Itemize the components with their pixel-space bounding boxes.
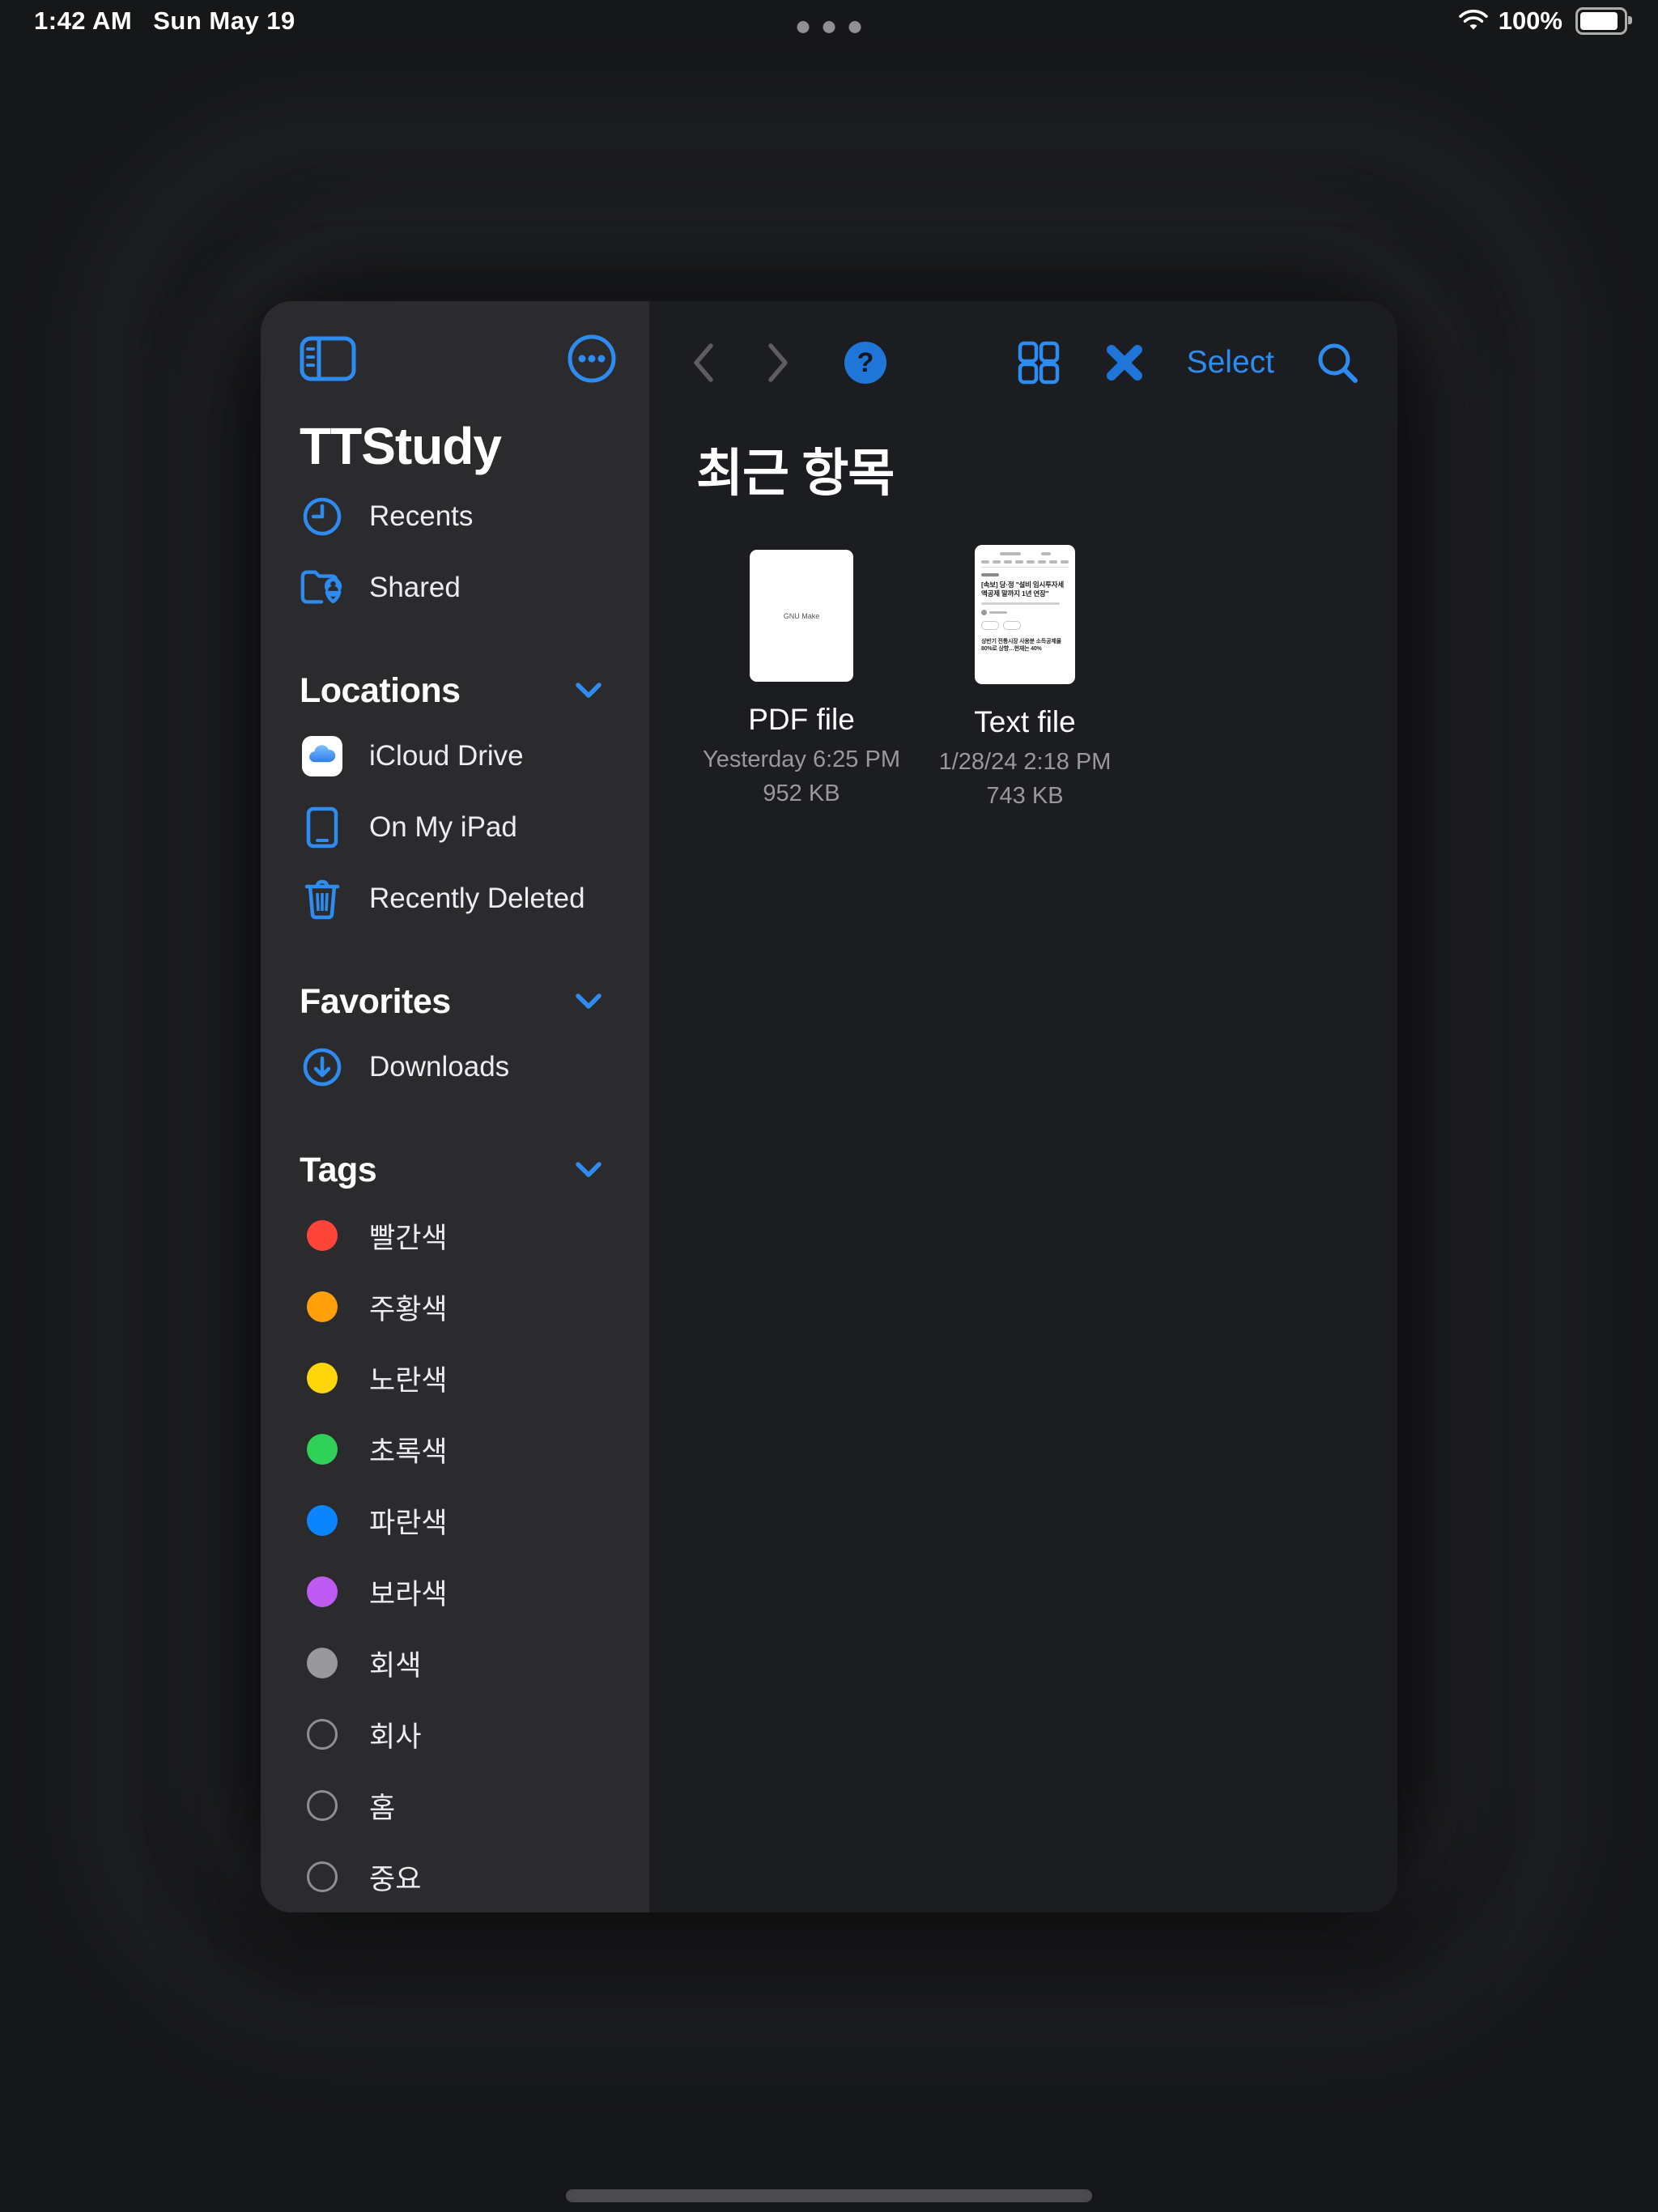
svg-text:?: ? — [857, 347, 874, 378]
more-options-icon[interactable] — [567, 334, 617, 384]
sidebar-tag-gray[interactable]: 회색 — [261, 1627, 649, 1699]
file-name: Text file — [974, 705, 1075, 739]
sidebar-tag-red[interactable]: 빨간색 — [261, 1200, 649, 1271]
chevron-down-icon[interactable] — [575, 992, 602, 1011]
section-label: Tags — [300, 1151, 376, 1190]
sidebar-item-label: Recently Deleted — [369, 883, 585, 915]
file-size: 743 KB — [986, 783, 1063, 810]
sidebar-tag-home[interactable]: 홈 — [261, 1770, 649, 1841]
forward-icon[interactable] — [766, 342, 790, 384]
file-date: 1/28/24 2:18 PM — [939, 749, 1112, 776]
tag-color-dot — [307, 1363, 338, 1393]
sidebar-tag-blue[interactable]: 파란색 — [261, 1485, 649, 1556]
tag-label: 보라색 — [369, 1572, 448, 1613]
select-button[interactable]: Select — [1187, 345, 1274, 381]
download-circle-icon — [300, 1046, 345, 1088]
status-time: 1:42 AM — [34, 6, 132, 36]
sidebar-toggle-icon[interactable] — [300, 336, 356, 381]
tag-label: 초록색 — [369, 1429, 448, 1470]
status-bar: 1:42 AM Sun May 19 100% — [0, 0, 1658, 45]
tag-label: 회사 — [369, 1714, 421, 1755]
tag-label: 중요 — [369, 1857, 421, 1898]
app-title: TTStudy — [261, 384, 649, 481]
sidebar-item-label: On My iPad — [369, 811, 517, 844]
sidebar-tag-purple[interactable]: 보라색 — [261, 1556, 649, 1627]
status-date: Sun May 19 — [153, 6, 295, 36]
clock-icon — [300, 496, 345, 538]
tag-color-dot — [307, 1505, 338, 1536]
pdf-thumb-text: GNU Make — [784, 612, 820, 620]
section-favorites[interactable]: Favorites — [261, 972, 649, 1032]
back-icon[interactable] — [691, 342, 716, 384]
section-locations[interactable]: Locations — [261, 661, 649, 721]
section-label: Locations — [300, 671, 461, 711]
file-item-text[interactable]: [속보] 당·정 "설비 임시투자세액공제 말까지 1년 연장" 상반기 전통시… — [920, 545, 1130, 810]
sidebar-item-label: iCloud Drive — [369, 740, 524, 772]
battery-icon — [1575, 7, 1627, 35]
toolbar: ? Select — [691, 337, 1360, 389]
tag-label: 노란색 — [369, 1358, 448, 1399]
tag-color-dot — [307, 1861, 338, 1892]
tag-label: 파란색 — [369, 1500, 448, 1542]
file-grid: GNU Make PDF file Yesterday 6:25 PM 952 … — [696, 545, 1397, 810]
file-date: Yesterday 6:25 PM — [703, 747, 900, 773]
wifi-icon — [1458, 10, 1489, 32]
sidebar-tag-orange[interactable]: 주황색 — [261, 1271, 649, 1342]
home-indicator[interactable] — [566, 2189, 1092, 2202]
section-tags[interactable]: Tags — [261, 1140, 649, 1200]
sidebar-item-recently-deleted[interactable]: Recently Deleted — [261, 863, 649, 934]
sidebar: TTStudy Recents Shared — [261, 301, 649, 1912]
text-thumb-footer: 상반기 전통시장 사용분 소득공제율 80%로 상향…현재는 40% — [981, 638, 1069, 653]
tag-color-dot — [307, 1790, 338, 1821]
main-content: ? Select — [649, 301, 1397, 1912]
icloud-drive-icon — [300, 735, 345, 777]
shared-folder-icon — [300, 567, 345, 609]
chevron-down-icon[interactable] — [575, 1160, 602, 1180]
tag-color-dot — [307, 1719, 338, 1750]
tag-color-dot — [307, 1648, 338, 1678]
file-name: PDF file — [748, 703, 855, 737]
sidebar-item-label: Shared — [369, 572, 461, 604]
file-size: 952 KB — [763, 781, 840, 807]
multitasking-dots-icon[interactable] — [797, 21, 861, 33]
files-app-window: TTStudy Recents Shared — [261, 301, 1397, 1912]
sidebar-item-shared[interactable]: Shared — [261, 552, 649, 623]
section-label: Favorites — [300, 982, 451, 1022]
sidebar-item-downloads[interactable]: Downloads — [261, 1032, 649, 1103]
sidebar-tag-yellow[interactable]: 노란색 — [261, 1342, 649, 1414]
tag-color-dot — [307, 1576, 338, 1607]
tag-label: 홈 — [369, 1785, 395, 1827]
sidebar-item-label: Recents — [369, 500, 473, 533]
chevron-down-icon[interactable] — [575, 681, 602, 700]
sidebar-item-recents[interactable]: Recents — [261, 481, 649, 552]
sidebar-item-label: Downloads — [369, 1051, 509, 1083]
file-item-pdf[interactable]: GNU Make PDF file Yesterday 6:25 PM 952 … — [696, 545, 907, 810]
tag-label: 회색 — [369, 1643, 421, 1684]
sidebar-tag-company[interactable]: 회사 — [261, 1699, 649, 1770]
trash-icon — [300, 878, 345, 920]
text-thumb-headline: [속보] 당·정 "설비 임시투자세액공제 말까지 1년 연장" — [981, 581, 1069, 598]
pdf-thumbnail: GNU Make — [750, 550, 853, 682]
battery-percent: 100% — [1499, 6, 1562, 36]
tag-color-dot — [307, 1220, 338, 1251]
text-thumbnail: [속보] 당·정 "설비 임시투자세액공제 말까지 1년 연장" 상반기 전통시… — [975, 545, 1075, 684]
sidebar-tag-important[interactable]: 중요 — [261, 1841, 649, 1912]
sidebar-item-on-my-ipad[interactable]: On My iPad — [261, 792, 649, 863]
tag-label: 빨간색 — [369, 1215, 448, 1257]
ipad-icon — [300, 806, 345, 849]
tag-color-dot — [307, 1434, 338, 1465]
view-options-icon[interactable] — [1015, 339, 1062, 386]
help-icon[interactable]: ? — [842, 339, 889, 386]
close-icon[interactable] — [1103, 341, 1146, 385]
tag-color-dot — [307, 1291, 338, 1322]
page-title: 최근 항목 — [696, 432, 1397, 506]
search-icon[interactable] — [1315, 340, 1360, 385]
tag-label: 주황색 — [369, 1287, 448, 1328]
sidebar-tag-green[interactable]: 초록색 — [261, 1414, 649, 1485]
sidebar-item-icloud-drive[interactable]: iCloud Drive — [261, 721, 649, 792]
